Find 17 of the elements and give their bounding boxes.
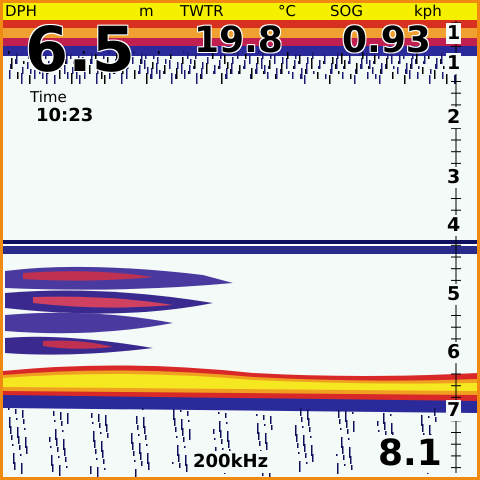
depth-scale-label: 1 bbox=[446, 23, 462, 44]
depth-scale-label: 1 bbox=[446, 53, 462, 74]
readout-label: TWTR bbox=[180, 3, 224, 20]
readout-value: 19.8 bbox=[194, 21, 283, 61]
readout-unit: m bbox=[139, 3, 154, 20]
depth-scale-label: 4 bbox=[446, 215, 462, 236]
readout-value: 0.93 bbox=[342, 21, 431, 61]
depth-scale-label: 6 bbox=[446, 342, 462, 363]
depth-scale-label: 5 bbox=[446, 284, 462, 305]
depth-scale-label: 2 bbox=[446, 107, 462, 128]
time-value: 10:23 bbox=[35, 106, 94, 126]
readout-unit: °C bbox=[278, 3, 296, 20]
readout-unit: kph bbox=[414, 3, 442, 20]
depth-scale-label: 7 bbox=[446, 400, 462, 421]
readout-label: SOG bbox=[330, 3, 363, 20]
time-label: Time bbox=[30, 88, 68, 106]
depth-scale-label: 3 bbox=[446, 167, 462, 188]
